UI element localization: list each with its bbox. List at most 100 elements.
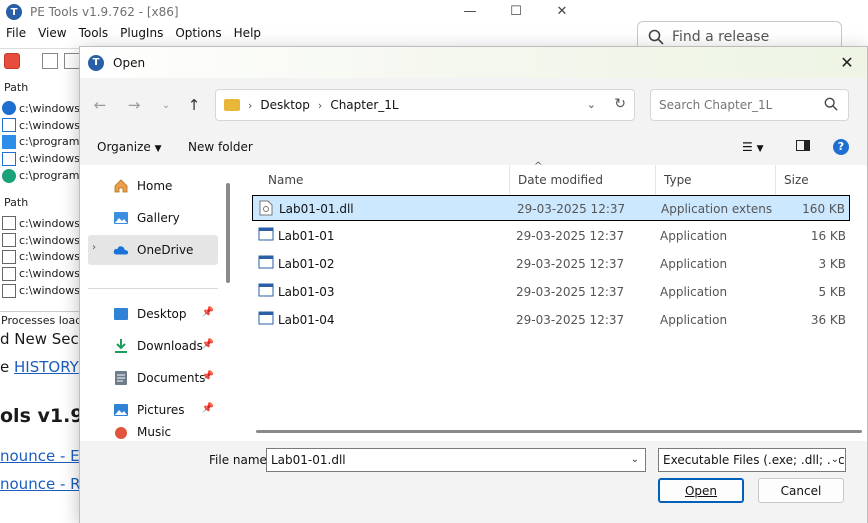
search-box[interactable] [650, 89, 849, 121]
back-arrow-icon[interactable]: ← [90, 95, 110, 115]
refresh-icon[interactable]: ↻ [614, 96, 626, 112]
download-icon [113, 338, 129, 354]
web-text-2: e HISTORY f [0, 358, 89, 376]
pin-icon[interactable]: 📌 [202, 371, 214, 382]
nav-item-documents[interactable]: Documents 📌 [88, 363, 218, 393]
recent-locations-chevron-icon[interactable]: ⌄ [156, 95, 176, 115]
application-icon [258, 311, 274, 327]
table-row[interactable]: Lab01-01 29-03-2025 12:37 Application 16… [252, 223, 850, 249]
screen: T PE Tools v1.9.762 - [x86] — ☐ ✕ File V… [0, 0, 868, 523]
menu-view[interactable]: View [32, 26, 72, 46]
pin-icon[interactable]: 📌 [202, 307, 214, 318]
list-item[interactable]: c:\program [2, 167, 82, 184]
preview-pane-icon[interactable] [796, 140, 810, 154]
file-list: ^ Name Date modified Type Size Lab01-01.… [236, 161, 867, 441]
pe-tools-app-icon: T [88, 54, 104, 71]
table-row[interactable]: Lab01-04 29-03-2025 12:37 Application 36… [252, 307, 850, 333]
nav-item-desktop[interactable]: Desktop 📌 [88, 299, 218, 329]
close-icon[interactable]: ✕ [539, 0, 585, 22]
nav-item-gallery[interactable]: Gallery [88, 203, 218, 233]
forward-arrow-icon[interactable]: → [124, 95, 144, 115]
pe-tools-menubar: File View Tools PlugIns Options Help [0, 26, 267, 46]
edit-icon[interactable] [42, 52, 58, 69]
pe-tools-titlebar: T PE Tools v1.9.762 - [x86] — ☐ ✕ [0, 0, 585, 24]
cancel-button[interactable]: Cancel [758, 478, 844, 503]
app-icon [2, 134, 16, 149]
column-header-date[interactable]: Date modified [510, 165, 656, 195]
list-item[interactable]: c:\windows\ [2, 232, 82, 249]
menu-options[interactable]: Options [169, 26, 227, 46]
table-row[interactable]: Lab01-01.dll 29-03-2025 12:37 Applicatio… [252, 195, 850, 221]
list-item[interactable]: c:\windows\ [2, 282, 82, 299]
table-row[interactable]: Lab01-02 29-03-2025 12:37 Application 3 … [252, 251, 850, 277]
menu-plugins[interactable]: PlugIns [114, 26, 169, 46]
file-name-label: File name: [209, 453, 271, 467]
organize-button[interactable]: Organize ▼ [97, 140, 162, 154]
tree-icon[interactable] [64, 52, 80, 69]
list-item[interactable]: c:\windows\ [2, 100, 82, 117]
open-dialog: T Open ✕ ← → ⌄ ↑ › Desktop › Chapter_1L … [79, 46, 868, 523]
view-menu-icon[interactable]: ☰ ▼ [742, 140, 764, 154]
home-icon [113, 178, 129, 194]
column-header-size[interactable]: Size [776, 165, 856, 195]
pin-icon[interactable]: 📌 [202, 403, 214, 414]
document-icon [2, 216, 16, 231]
nav-item-onedrive[interactable]: › OneDrive [88, 235, 218, 265]
find-release-placeholder: Find a release [672, 29, 770, 45]
list-item[interactable]: c:\windows\ [2, 249, 82, 266]
table-row[interactable]: Lab01-03 29-03-2025 12:37 Application 5 … [252, 279, 850, 305]
nav-item-home[interactable]: Home [88, 171, 218, 201]
nav-item-music[interactable]: Music [88, 425, 218, 441]
chevron-down-icon[interactable]: ⌄ [830, 454, 839, 465]
horizontal-scrollbar[interactable] [256, 430, 862, 433]
window-icon [2, 151, 16, 166]
chevron-down-icon[interactable]: ⌄ [587, 98, 596, 111]
document-icon [2, 249, 16, 264]
file-name-combobox[interactable]: ⌄ [266, 448, 646, 472]
column-header-name[interactable]: Name [260, 165, 510, 195]
up-arrow-icon[interactable]: ↑ [184, 95, 204, 115]
menu-file[interactable]: File [0, 26, 32, 46]
address-bar[interactable]: › Desktop › Chapter_1L ⌄ ↻ [215, 89, 635, 121]
list-item[interactable]: c:\windows\ [2, 265, 82, 282]
document-icon [2, 266, 16, 281]
power-icon[interactable] [4, 52, 20, 69]
file-type-select[interactable]: Executable Files (.exe; .dll; .ocx; ⌄ [658, 448, 846, 472]
menu-tools[interactable]: Tools [73, 26, 115, 46]
desktop-icon [113, 306, 129, 322]
window-icon [2, 118, 16, 133]
search-icon [648, 29, 664, 45]
list-item[interactable]: c:\windows\ [2, 117, 82, 134]
breadcrumb-desktop[interactable]: Desktop [260, 98, 310, 112]
menu-help[interactable]: Help [228, 26, 267, 46]
status-bar: Processes load [0, 311, 82, 329]
file-name-input[interactable] [271, 453, 621, 467]
breadcrumb-chapter[interactable]: Chapter_1L [330, 98, 398, 112]
close-icon[interactable]: ✕ [835, 51, 859, 73]
nav-item-pictures[interactable]: Pictures 📌 [88, 395, 218, 425]
column-header-type[interactable]: Type [656, 165, 776, 195]
document-icon [2, 233, 16, 248]
announce-link-2[interactable]: nounce - Ru [0, 475, 89, 493]
pin-icon[interactable]: 📌 [202, 339, 214, 350]
chevron-right-icon: › [317, 98, 323, 112]
chevron-down-icon[interactable]: ⌄ [631, 454, 639, 465]
minimize-icon[interactable]: — [447, 0, 493, 22]
history-link[interactable]: HISTORY [14, 358, 79, 376]
maximize-icon[interactable]: ☐ [493, 0, 539, 22]
list-item[interactable]: c:\windows\ [2, 215, 82, 232]
document-icon [2, 283, 16, 298]
open-button[interactable]: Open [658, 478, 744, 503]
list-item[interactable]: c:\program [2, 134, 82, 151]
dialog-title: Open [113, 55, 146, 70]
chevron-right-icon[interactable]: › [92, 242, 96, 253]
nav-scrollbar[interactable] [226, 183, 230, 283]
new-folder-button[interactable]: New folder [188, 140, 253, 154]
application-icon [258, 227, 274, 243]
search-input[interactable] [659, 98, 819, 112]
application-icon [258, 283, 274, 299]
list-item[interactable]: c:\windows\ [2, 150, 82, 167]
help-icon[interactable]: ? [833, 139, 849, 155]
nav-item-downloads[interactable]: Downloads 📌 [88, 331, 218, 361]
announce-link-1[interactable]: nounce - Er [0, 447, 86, 465]
